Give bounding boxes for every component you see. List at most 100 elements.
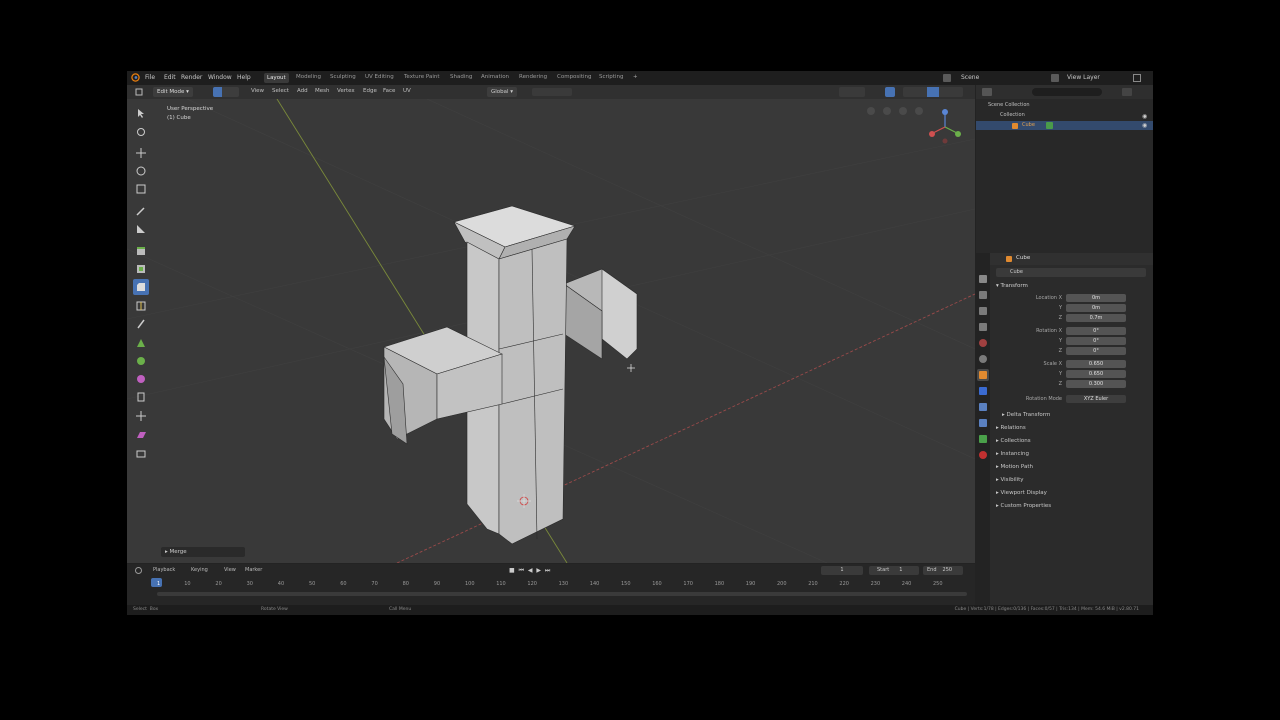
clock-icon[interactable] <box>135 567 142 574</box>
scene-tab-icon[interactable] <box>979 339 987 347</box>
scale-x-field[interactable]: 0.650 <box>1066 360 1126 368</box>
render-tab-icon[interactable] <box>979 291 987 299</box>
physics-tab-icon[interactable] <box>979 419 987 427</box>
panel-visibility[interactable]: ▸ Visibility <box>996 477 1024 483</box>
measure-tool[interactable] <box>133 221 149 237</box>
modifier-tab-icon[interactable] <box>979 387 987 395</box>
menu-edge[interactable]: Edge <box>363 88 377 94</box>
transform-orientation-dropdown[interactable]: Global ▾ <box>487 87 518 97</box>
panel-custom-properties[interactable]: ▸ Custom Properties <box>996 503 1051 509</box>
move-tool[interactable] <box>133 145 149 161</box>
editor-type-icon[interactable] <box>135 88 143 96</box>
menu-add[interactable]: Add <box>297 88 308 94</box>
shrink-fatten-tool[interactable] <box>133 408 149 424</box>
loop-cut-tool[interactable] <box>133 298 149 314</box>
filter-icon[interactable] <box>1122 88 1132 96</box>
menu-help[interactable]: Help <box>237 74 251 81</box>
extrude-tool[interactable] <box>133 243 149 259</box>
menu-view[interactable]: View <box>251 88 264 94</box>
location-x-field[interactable]: 0m <box>1066 294 1126 302</box>
rotate-tool[interactable] <box>133 163 149 179</box>
menu-mesh[interactable]: Mesh <box>315 88 329 94</box>
tab-sculpting[interactable]: Sculpting <box>330 74 356 80</box>
tab-layout[interactable]: Layout <box>264 73 289 83</box>
outliner-editor-icon[interactable] <box>982 88 992 96</box>
transform-panel-header[interactable]: ▾ Transform <box>996 283 1028 289</box>
rotation-x-field[interactable]: 0° <box>1066 327 1126 335</box>
rotation-y-field[interactable]: 0° <box>1066 337 1126 345</box>
outliner-search-input[interactable] <box>1032 88 1102 96</box>
world-tab-icon[interactable] <box>979 355 987 363</box>
bevel-tool[interactable] <box>133 279 149 295</box>
particles-tab-icon[interactable] <box>979 403 987 411</box>
scale-z-field[interactable]: 0.300 <box>1066 380 1126 388</box>
snap-proportional-controls[interactable] <box>532 88 572 96</box>
mesh-data-tab-icon[interactable] <box>979 435 987 443</box>
outliner-row-scene-collection[interactable]: Scene Collection <box>988 102 1030 108</box>
timeline[interactable]: Playback Keying View Marker ■ ⏮ ◀ ▶ ⏭ 1 … <box>127 564 975 609</box>
visibility-eye-icon[interactable]: ◉ <box>1142 122 1147 129</box>
tab-modeling[interactable]: Modeling <box>296 74 321 80</box>
view-layer-selector[interactable]: View Layer <box>1067 74 1100 81</box>
menu-view-timeline[interactable]: View <box>224 567 236 573</box>
playback-controls[interactable]: ■ ⏮ ◀ ▶ ⏭ <box>509 567 581 575</box>
mode-dropdown[interactable]: Edit Mode ▾ <box>153 87 193 97</box>
end-frame-field[interactable]: End 250 <box>923 566 963 575</box>
start-frame-field[interactable]: Start 1 <box>869 566 919 575</box>
outliner-row-collection[interactable]: Collection <box>1000 112 1025 118</box>
shear-tool[interactable] <box>133 427 149 443</box>
tab-scripting[interactable]: Scripting <box>599 74 623 80</box>
tab-compositing[interactable]: Compositing <box>557 74 591 80</box>
annotate-tool[interactable] <box>133 203 149 219</box>
location-y-field[interactable]: 0m <box>1066 304 1126 312</box>
tab-rendering[interactable]: Rendering <box>519 74 547 80</box>
add-workspace-icon[interactable]: + <box>633 74 638 80</box>
gizmo-toggle[interactable] <box>839 87 865 97</box>
rip-tool[interactable] <box>133 446 149 462</box>
3d-viewport[interactable]: Edit Mode ▾ View Select Add Mesh Vertex … <box>127 85 975 563</box>
new-view-layer-icon[interactable] <box>1133 74 1141 82</box>
knife-tool[interactable] <box>133 316 149 332</box>
rotation-mode-dropdown[interactable]: XYZ Euler <box>1066 395 1126 403</box>
panel-instancing[interactable]: ▸ Instancing <box>996 451 1029 457</box>
collection-visibility-eye-icon[interactable]: ◉ <box>1142 113 1147 120</box>
blender-logo-icon[interactable] <box>131 73 140 82</box>
location-z-field[interactable]: 0.7m <box>1066 314 1126 322</box>
panel-viewport-display[interactable]: ▸ Viewport Display <box>996 490 1047 496</box>
shading-mode-buttons[interactable] <box>903 87 963 97</box>
current-frame-field[interactable]: 1 <box>821 566 863 575</box>
spin-tool[interactable] <box>133 353 149 369</box>
menu-marker[interactable]: Marker <box>245 567 262 573</box>
menu-edit[interactable]: Edit <box>164 74 176 81</box>
last-operator-panel[interactable]: ▸ Merge <box>161 547 245 557</box>
timeline-scrollbar[interactable] <box>157 592 967 596</box>
scale-y-field[interactable]: 0.650 <box>1066 370 1126 378</box>
menu-face[interactable]: Face <box>383 88 395 94</box>
delta-transform-subpanel[interactable]: ▸ Delta Transform <box>1002 412 1050 418</box>
panel-motion-path[interactable]: ▸ Motion Path <box>996 464 1033 470</box>
tab-texture-paint[interactable]: Texture Paint <box>404 74 440 80</box>
menu-vertex[interactable]: Vertex <box>337 88 355 94</box>
object-tab-active[interactable] <box>977 369 989 381</box>
material-tab-icon[interactable] <box>979 451 987 459</box>
tweak-tool[interactable] <box>133 105 149 121</box>
rotation-z-field[interactable]: 0° <box>1066 347 1126 355</box>
poly-build-tool[interactable] <box>133 335 149 351</box>
tool-tab-icon[interactable] <box>979 275 987 283</box>
tab-uv-editing[interactable]: UV Editing <box>365 74 394 80</box>
xray-toggle[interactable] <box>885 87 895 97</box>
panel-collections[interactable]: ▸ Collections <box>996 438 1031 444</box>
menu-select[interactable]: Select <box>272 88 289 94</box>
menu-file[interactable]: File <box>145 74 155 81</box>
tab-animation[interactable]: Animation <box>481 74 509 80</box>
output-tab-icon[interactable] <box>979 307 987 315</box>
cursor-tool[interactable] <box>133 124 149 140</box>
edge-slide-tool[interactable] <box>133 389 149 405</box>
menu-render[interactable]: Render <box>181 74 202 81</box>
menu-playback[interactable]: Playback <box>153 567 175 573</box>
view-layer-tab-icon[interactable] <box>979 323 987 331</box>
smooth-tool[interactable] <box>133 371 149 387</box>
outliner-row-cube[interactable]: Cube ◉ <box>976 121 1153 130</box>
menu-window[interactable]: Window <box>208 74 232 81</box>
scale-tool[interactable] <box>133 181 149 197</box>
